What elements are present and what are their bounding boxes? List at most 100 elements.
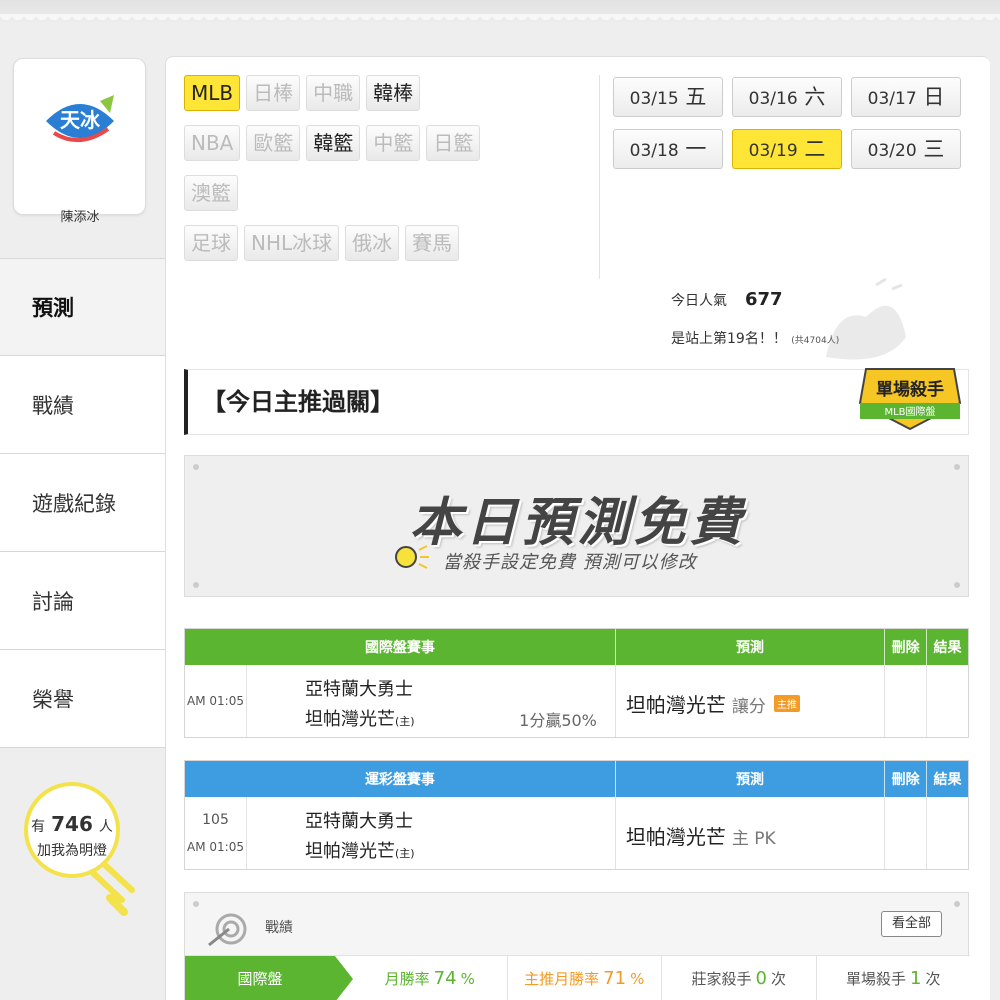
rivet <box>954 582 960 588</box>
header-result: 結果 <box>933 772 962 788</box>
league-button[interactable]: 日籃 <box>426 125 481 161</box>
team-home: 坦帕灣光芒 <box>305 709 395 730</box>
month-rate-label: 月勝率 <box>384 970 430 988</box>
single-unit: 次 <box>925 970 941 988</box>
date-button[interactable]: 03/19 二 <box>732 129 842 169</box>
main-rate-label: 主推月勝率 <box>524 970 600 988</box>
avatar[interactable]: 天冰 <box>13 58 146 215</box>
header-delete: 刪除 <box>885 629 928 665</box>
single-killer-badge: 單場殺手 MLB國際盤 <box>858 368 962 431</box>
league-button[interactable]: NBA <box>184 125 241 161</box>
league-button[interactable]: 中職 <box>306 75 361 111</box>
date-weekday: 五 <box>685 85 707 109</box>
league-button[interactable]: 足球 <box>184 225 238 261</box>
divider <box>599 75 600 279</box>
league-button[interactable]: 中籃 <box>366 125 421 161</box>
date-month-day: 03/17 <box>867 89 917 109</box>
pick-team: 坦帕灣光芒 <box>625 693 726 717</box>
game-number: 105 <box>202 812 229 828</box>
delete-cell[interactable] <box>885 797 928 869</box>
table-row: AM 01:05 亞特蘭大勇士 坦帕灣光芒(主) 1分贏50% 坦帕灣光芒 讓分主… <box>185 665 968 737</box>
date-button[interactable]: 03/18 一 <box>613 129 723 169</box>
header-predict: 預測 <box>616 761 886 797</box>
single-value: 1 <box>910 968 922 989</box>
badge-line1: 單場殺手 <box>876 379 944 400</box>
league-selector: MLB 日棒 中職 韓棒 NBA 歐籃 韓籃 中籃 日籃 澳籃 足球 NHL冰球 俄冰 賽馬 <box>184 75 604 275</box>
home-tag: (主) <box>395 847 415 860</box>
handicap: 1分贏50% <box>519 711 597 730</box>
league-button[interactable]: 韓籃 <box>306 125 361 161</box>
header-result: 結果 <box>933 640 962 656</box>
delete-cell[interactable] <box>885 665 928 737</box>
date-selector: 03/15 五 03/16 六 03/17 日 03/18 一 03/19 二 03/2… <box>613 77 973 181</box>
lamp-caption: 加我為明燈 <box>37 843 107 859</box>
tab-international[interactable]: 國際盤 <box>185 956 353 1000</box>
league-button[interactable]: 日棒 <box>246 75 301 111</box>
rivet <box>954 901 960 907</box>
league-button[interactable]: NHL冰球 <box>244 225 340 261</box>
rivet <box>193 464 199 470</box>
pick-type: 主 PK <box>731 829 776 849</box>
rank-text: 是站上第19名！！ <box>671 331 787 347</box>
main-rate-value: 71 <box>603 968 627 989</box>
league-button[interactable]: 歐籃 <box>246 125 301 161</box>
header-event: 國際盤賽事 <box>185 629 616 665</box>
free-subtitle: 當殺手設定免費 預測可以修改 <box>443 552 697 573</box>
lamp-suffix: 人 <box>98 819 113 835</box>
free-title: 本日預測免費 <box>409 493 746 553</box>
sidebar-nav: 預測 戰績 遊戲紀錄 討論 榮譽 <box>0 258 165 748</box>
league-button[interactable]: 俄冰 <box>345 225 400 261</box>
main-pick-badge: 主推 <box>773 695 800 712</box>
date-month-day: 03/18 <box>629 141 679 161</box>
nav-item-predict[interactable]: 預測 <box>0 258 165 356</box>
date-weekday: 日 <box>923 85 945 109</box>
date-weekday: 一 <box>685 137 707 161</box>
rivet <box>954 464 960 470</box>
header-delete: 刪除 <box>885 761 928 797</box>
nav-item-record[interactable]: 戰績 <box>0 356 165 454</box>
date-button[interactable]: 03/17 日 <box>851 77 961 117</box>
team-away: 亞特蘭大勇士 <box>305 679 413 700</box>
team-away: 亞特蘭大勇士 <box>305 811 413 832</box>
table-header: 運彩盤賽事 預測 刪除 結果 <box>185 761 968 797</box>
view-all-button[interactable]: 看全部 <box>880 911 942 937</box>
date-month-day: 03/16 <box>748 89 798 109</box>
team-home: 坦帕灣光芒 <box>305 841 395 862</box>
record-stats-bar: 國際盤 月勝率 74% 主推月勝率 71% 莊家殺手 0 次 單場殺手 1 次 <box>185 955 970 1000</box>
section-title: 【今日主推過關】 <box>184 369 969 435</box>
month-rate-value: 74 <box>433 968 457 989</box>
record-label: 戰績 <box>265 920 293 936</box>
banker-label: 莊家殺手 <box>691 970 752 988</box>
nav-item-game-log[interactable]: 遊戲紀錄 <box>0 454 165 552</box>
lottery-game-table: 運彩盤賽事 預測 刪除 結果 105 AM 01:05 亞特蘭大勇士 坦帕灣光芒… <box>184 760 969 870</box>
date-button[interactable]: 03/16 六 <box>732 77 842 117</box>
follower-lamp[interactable]: 有 746 人 加我為明燈 <box>10 782 150 932</box>
free-prediction-banner: 本日預測免費 當殺手設定免費 預測可以修改 <box>184 455 969 597</box>
date-weekday: 二 <box>804 137 826 161</box>
date-button[interactable]: 03/20 三 <box>851 129 961 169</box>
single-label: 單場殺手 <box>846 970 907 988</box>
league-button[interactable]: 澳籃 <box>184 175 238 211</box>
user-name: 陳添冰 <box>60 210 100 225</box>
follower-count: 746 <box>51 812 93 836</box>
record-summary: 戰績 看全部 國際盤 月勝率 74% 主推月勝率 71% 莊家殺手 0 次 單場殺手 1 次 <box>184 892 970 1000</box>
popularity-block: 今日人氣 677 是站上第19名！！ (共4704人) <box>671 289 971 348</box>
idea-bulb-icon <box>395 545 429 569</box>
date-button[interactable]: 03/15 五 <box>613 77 723 117</box>
league-button[interactable]: MLB <box>184 75 241 111</box>
logo-text: 天冰 <box>60 108 101 132</box>
pick-team: 坦帕灣光芒 <box>625 825 726 849</box>
nav-item-honor[interactable]: 榮譽 <box>0 650 165 748</box>
banker-unit: 次 <box>770 970 786 988</box>
result-cell <box>927 665 968 737</box>
pick-type: 讓分 <box>731 697 766 717</box>
date-weekday: 三 <box>923 137 945 161</box>
popularity-label: 今日人氣 <box>671 293 727 309</box>
date-month-day: 03/15 <box>629 89 679 109</box>
league-button[interactable]: 韓棒 <box>366 75 421 111</box>
date-weekday: 六 <box>804 85 826 109</box>
nav-item-discussion[interactable]: 討論 <box>0 552 165 650</box>
league-button[interactable]: 賽馬 <box>405 225 460 261</box>
popularity-value: 677 <box>745 289 783 310</box>
game-time: AM 01:05 <box>187 694 244 708</box>
